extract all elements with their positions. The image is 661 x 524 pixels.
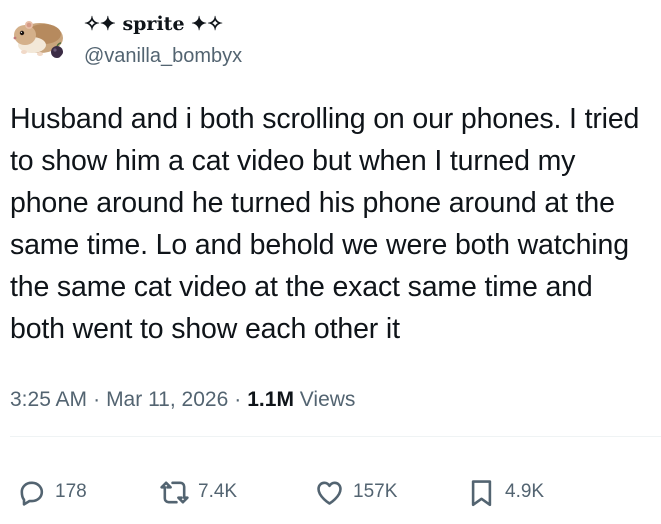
repost-count: 7.4K — [198, 481, 238, 502]
meta-separator: · — [234, 388, 242, 411]
bookmark-button[interactable]: 4.9K — [466, 474, 544, 510]
divider — [10, 436, 661, 437]
user-handle[interactable]: @vanilla_bombyx — [84, 44, 242, 68]
tweet-time[interactable]: 3:25 AM — [10, 388, 87, 411]
like-count: 157K — [353, 481, 398, 502]
tweet-card: ✧✦ sprite ✦✧ @vanilla_bombyx Husband and… — [0, 0, 661, 524]
meta-separator: · — [93, 388, 101, 411]
author-names: ✧✦ sprite ✦✧ @vanilla_bombyx — [84, 8, 242, 68]
tweet-text: Husband and i both scrolling on our phon… — [10, 103, 640, 345]
tweet-meta: 3:25 AM · Mar 11, 2026 · 1.1M Views — [10, 386, 355, 414]
tweet-header: ✧✦ sprite ✦✧ @vanilla_bombyx — [10, 8, 242, 68]
heart-icon — [317, 481, 342, 505]
reply-icon — [20, 481, 44, 506]
repost-icon — [160, 481, 189, 503]
reply-count: 178 — [55, 481, 87, 502]
action-bar: 178 7.4K 157K 4.9K — [0, 474, 661, 510]
views-count: 1.1M — [247, 388, 294, 411]
tweet-date[interactable]: Mar 11, 2026 — [106, 388, 228, 411]
like-button[interactable]: 157K — [314, 474, 397, 510]
hamster-avatar-image — [10, 8, 68, 66]
avatar[interactable] — [10, 8, 68, 66]
repost-button[interactable]: 7.4K — [159, 474, 237, 510]
display-name[interactable]: ✧✦ sprite ✦✧ — [84, 12, 242, 36]
reply-button[interactable]: 178 — [16, 474, 87, 510]
bookmark-icon — [471, 479, 492, 506]
views-label: Views — [299, 388, 356, 411]
bookmark-count: 4.9K — [505, 481, 545, 502]
